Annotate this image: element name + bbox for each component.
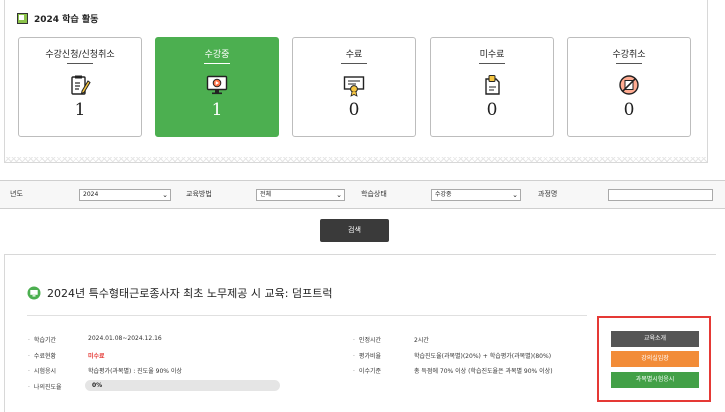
card-count: 1	[74, 100, 86, 120]
method-select[interactable]: 전체 ⌄	[256, 189, 345, 201]
activity-panel: 2024 학습 활동 수강신청/신청취소 1 수강중 1 수료 0 미수료 0 …	[4, 0, 708, 163]
certificate-icon	[343, 76, 365, 97]
clipboard-pencil-icon	[71, 75, 91, 95]
year-select-value: 2024	[83, 191, 99, 198]
hours-label: 인정시간	[358, 337, 382, 344]
card-count: 1	[211, 100, 223, 120]
monitor-icon	[27, 286, 41, 300]
criteria-value: 총 득점에 70% 이상 (학습진도율은 과목별 90% 이상)	[414, 368, 553, 375]
bullet-icon: ·	[353, 353, 355, 360]
chevron-down-icon: ⌄	[512, 191, 518, 199]
eval-value: 학습진도율(과목별)(20%) + 학습평가(과목별)(80%)	[414, 353, 552, 360]
title-marker-icon	[17, 12, 28, 24]
filter-bar: 년도 2024 ⌄ 교육방법 전체 ⌄ 학습상태 수강중 ⌄ 과정명	[0, 180, 725, 209]
status-card-completed[interactable]: 수료 0	[292, 37, 416, 137]
info-criteria: · 이수기준	[353, 366, 381, 375]
enter-classroom-button[interactable]: 강의실입장	[611, 351, 699, 367]
course-name-input[interactable]	[608, 189, 713, 201]
bullet-icon: ·	[28, 337, 30, 344]
criteria-label: 이수기준	[358, 368, 382, 375]
exam-value: 학습평가(과목별) : 진도율 90% 이상	[88, 368, 182, 375]
bullet-icon: ·	[28, 384, 30, 391]
info-progress: · 나의진도율	[28, 382, 62, 391]
card-divider	[341, 63, 367, 64]
activity-title-text: 2024 학습 활동	[34, 14, 99, 25]
status-card-cancelled[interactable]: 수강취소 0	[567, 37, 691, 137]
status-card-not-completed[interactable]: 미수료 0	[430, 37, 554, 137]
status-label: 학습상태	[361, 190, 387, 198]
completion-status-value: 미수료	[88, 353, 105, 360]
activity-title: 2024 학습 활동	[17, 11, 98, 25]
period-value: 2024.01.08~2024.12.16	[88, 335, 162, 342]
status-select-value: 수강중	[435, 191, 452, 198]
cancel-circle-icon	[619, 75, 639, 95]
exam-label: 시험응시	[33, 368, 57, 375]
card-divider	[67, 63, 93, 64]
course-title[interactable]: 2024년 특수형태근로종사자 최초 노무제공 시 교육: 덤프트럭	[27, 285, 332, 301]
bullet-icon: ·	[28, 368, 30, 375]
info-eval: · 평가비율	[353, 351, 381, 360]
status-label: 수료현황	[33, 353, 57, 360]
card-label: 수료	[345, 50, 363, 60]
hours-value: 2시간	[414, 337, 429, 344]
action-button-group: 교육소개 강의실입장 과목별시험응시	[597, 316, 711, 402]
card-label: 수강취소	[612, 50, 646, 60]
card-divider	[204, 63, 230, 64]
card-count: 0	[486, 100, 498, 120]
year-select[interactable]: 2024 ⌄	[79, 189, 171, 201]
progress-label: 나의진도율	[33, 384, 62, 391]
chevron-down-icon: ⌄	[336, 191, 342, 199]
bullet-icon: ·	[28, 353, 30, 360]
method-label: 교육방법	[186, 190, 212, 198]
progress-bar	[85, 380, 280, 391]
method-select-value: 전체	[260, 191, 272, 198]
status-card-enrolled[interactable]: 수강신청/신청취소 1	[18, 37, 142, 137]
card-label: 수강신청/신청취소	[45, 50, 115, 60]
card-label: 수강중	[204, 50, 230, 60]
activity-panel-inner: 2024 학습 활동 수강신청/신청취소 1 수강중 1 수료 0 미수료 0 …	[5, 0, 707, 157]
status-select[interactable]: 수강중 ⌄	[431, 189, 521, 201]
info-hours: · 인정시간	[353, 335, 381, 344]
card-divider	[616, 63, 642, 64]
year-label: 년도	[10, 190, 23, 198]
bullet-icon: ·	[353, 337, 355, 344]
search-button[interactable]: 검색	[320, 219, 389, 242]
info-exam: · 시험응시	[28, 366, 56, 375]
info-status: · 수료현황	[28, 351, 56, 360]
bullet-icon: ·	[353, 368, 355, 375]
video-monitor-icon	[206, 75, 228, 95]
eval-label: 평가비율	[358, 353, 382, 360]
document-clip-icon	[485, 75, 500, 95]
course-divider	[27, 315, 587, 316]
course-title-text: 2024년 특수형태근로종사자 최초 노무제공 시 교육: 덤프트럭	[47, 287, 333, 300]
take-exam-button[interactable]: 과목별시험응시	[611, 372, 699, 388]
course-intro-button[interactable]: 교육소개	[611, 331, 699, 347]
info-period: · 학습기간	[28, 335, 56, 344]
chevron-down-icon: ⌄	[162, 191, 168, 199]
card-count: 0	[348, 100, 360, 120]
card-label: 미수료	[479, 50, 505, 60]
period-label: 학습기간	[33, 337, 57, 344]
card-divider	[479, 63, 505, 64]
progress-value: 0%	[92, 382, 103, 389]
card-count: 0	[623, 100, 635, 120]
status-card-in-progress[interactable]: 수강중 1	[155, 37, 279, 137]
course-name-label: 과정명	[538, 190, 558, 198]
